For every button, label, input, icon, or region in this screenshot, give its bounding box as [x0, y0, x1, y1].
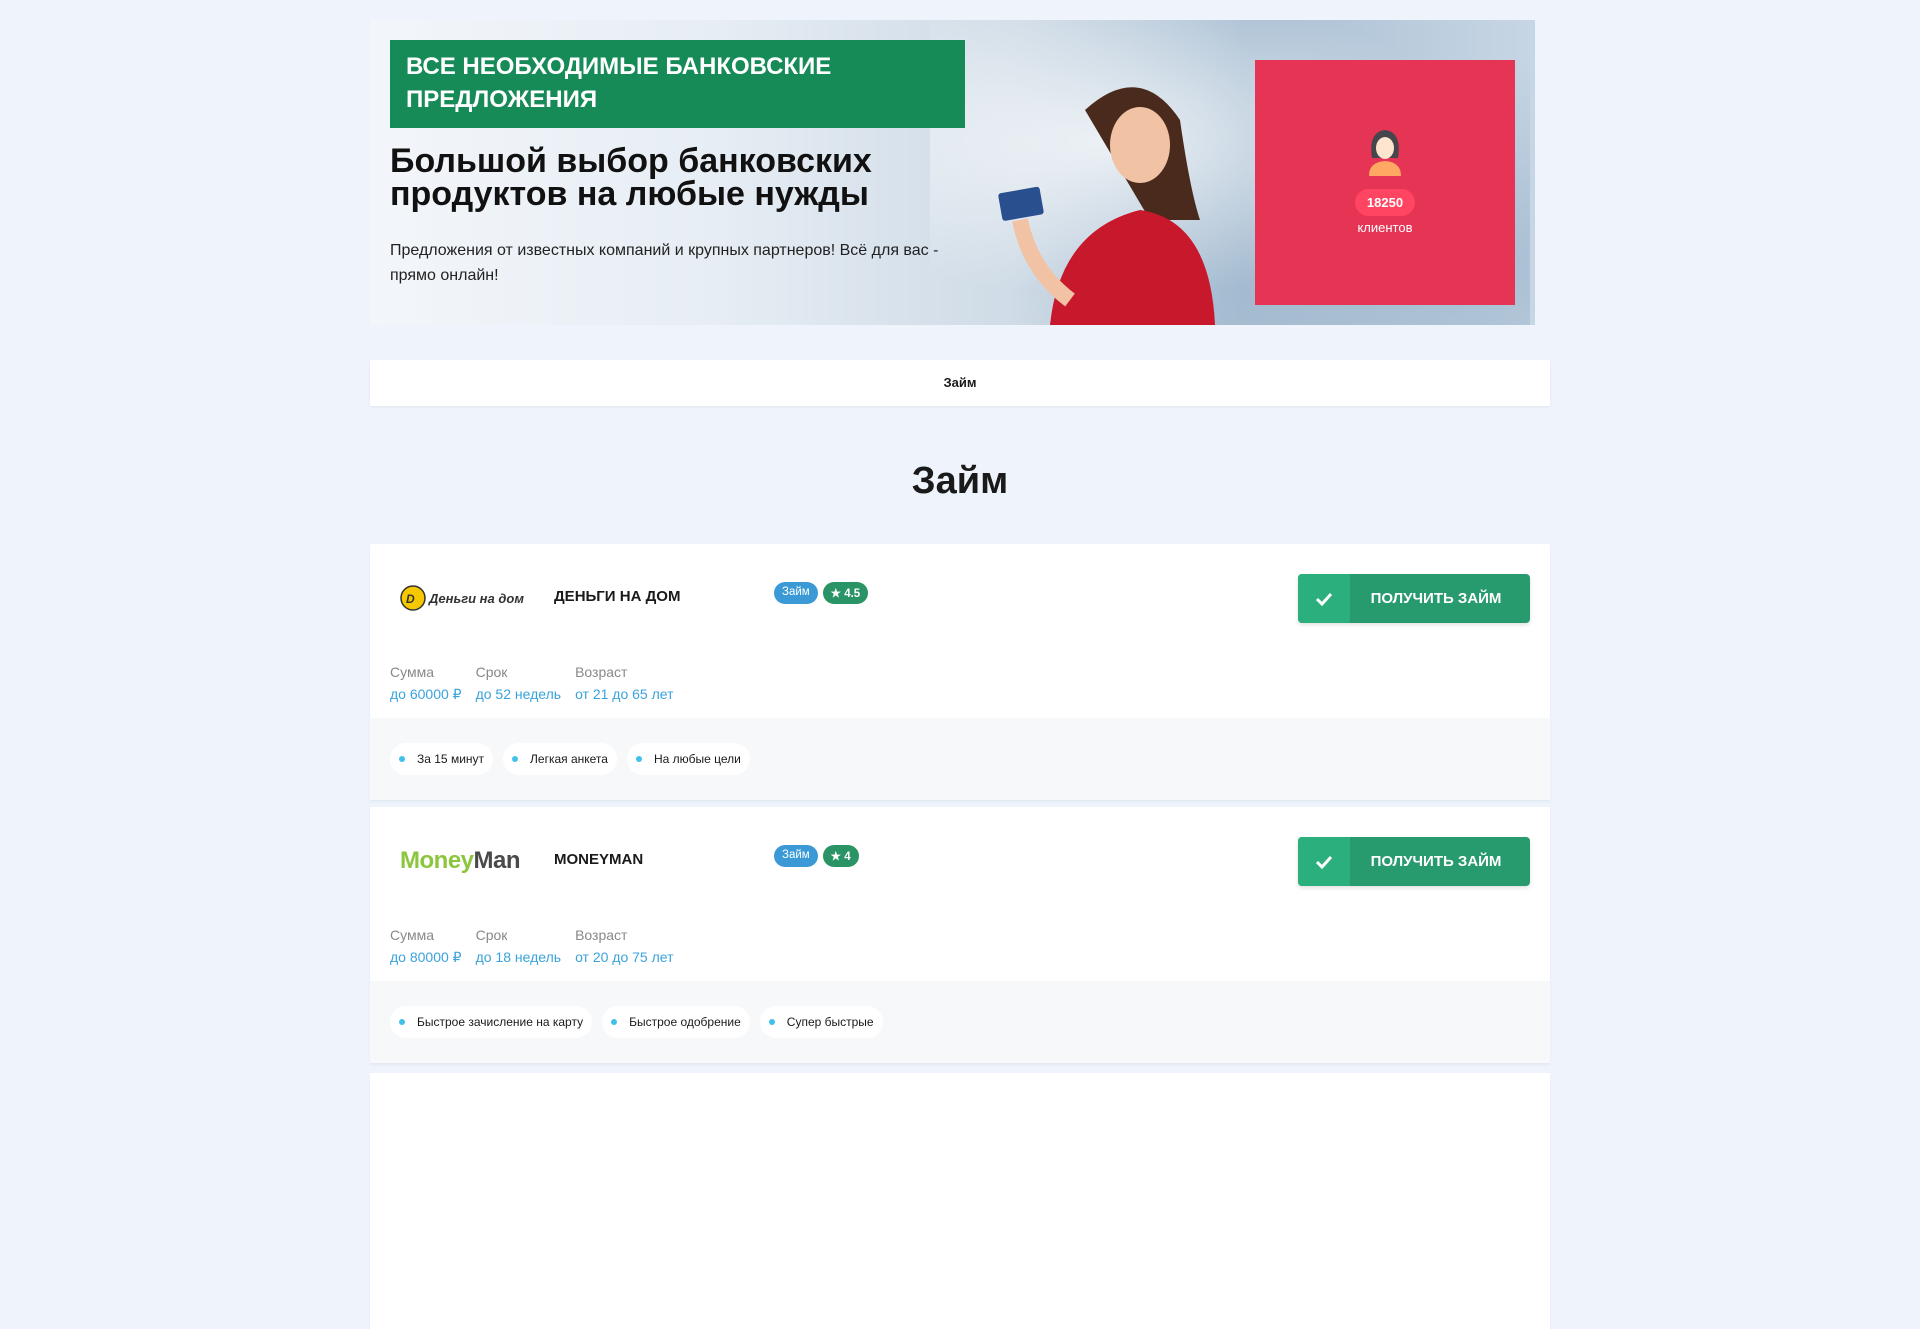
feature-chip: Легкая анкета: [503, 743, 617, 775]
param-label: Срок: [475, 664, 508, 680]
check-icon: [1298, 837, 1350, 886]
type-badge: Займ: [774, 845, 818, 867]
hero-banner: ВСЕ НЕОБХОДИМЫЕ БАНКОВСКИЕ ПРЕДЛОЖЕНИЯ Б…: [370, 20, 1535, 325]
tab-loan[interactable]: Займ: [944, 375, 977, 390]
get-loan-button[interactable]: ПОЛУЧИТЬ ЗАЙМ: [1298, 837, 1530, 886]
clients-label: клиентов: [1357, 220, 1413, 235]
clients-stat: 18250 клиентов: [1255, 60, 1515, 305]
features-strip: За 15 минут Легкая анкета На любые цели: [370, 718, 1550, 800]
banner-headline: Большой выбор банковских продуктов на лю…: [390, 142, 872, 213]
param-label: Сумма: [390, 927, 434, 943]
banner-tagline: ВСЕ НЕОБХОДИМЫЕ БАНКОВСКИЕ ПРЕДЛОЖЕНИЯ: [390, 40, 965, 128]
section-title: Займ: [911, 460, 1009, 502]
offer-card: MoneyMan MONEYMAN Займ ★ 4 ПОЛУЧИТЬ ЗАЙМ …: [370, 807, 1550, 1063]
get-loan-button[interactable]: ПОЛУЧИТЬ ЗАЙМ: [1298, 574, 1530, 623]
banner-subtext: Предложения от известных компаний и круп…: [390, 242, 939, 284]
param-value: от 21 до 65 лет: [575, 686, 674, 702]
star-icon: ★: [830, 588, 845, 600]
feature-chip: Быстрое одобрение: [602, 1006, 750, 1038]
company-logo: D Деньги на дом: [400, 582, 525, 614]
company-name: ДЕНЬГИ НА ДОМ: [554, 588, 681, 605]
rating-badge: ★ 4.5: [822, 582, 869, 604]
offer-params: Сумма до 80000 ₽ Срок до 18 недель Возраст…: [390, 927, 674, 966]
type-badge: Займ: [774, 582, 818, 604]
offer-card: [370, 1073, 1550, 1329]
company-logo: MoneyMan: [400, 847, 521, 874]
star-icon: ★: [830, 851, 845, 863]
client-avatar-icon: [1369, 130, 1401, 176]
param-value: от 20 до 75 лет: [575, 949, 674, 965]
param-label: Сумма: [390, 664, 434, 680]
param-value: до 80000 ₽: [390, 949, 462, 965]
woman-with-card-image: [998, 87, 1215, 325]
param-label: Срок: [475, 927, 508, 943]
param-label: Возраст: [575, 664, 628, 680]
rating-badge: ★ 4: [822, 845, 859, 867]
feature-chip: Супер быстрые: [759, 1006, 883, 1038]
dengi-logo-icon: D: [400, 585, 426, 611]
check-icon: [1298, 574, 1350, 623]
feature-chip: За 15 минут: [390, 743, 494, 775]
param-value: до 60000 ₽: [390, 686, 462, 702]
feature-chip: Быстрое зачисление на карту: [390, 1006, 593, 1038]
param-value: до 18 недель: [475, 949, 562, 965]
param-value: до 52 недель: [475, 686, 562, 702]
offer-params: Сумма до 60000 ₽ Срок до 52 недель Возраст…: [390, 664, 674, 703]
param-label: Возраст: [575, 927, 628, 943]
offer-card: D Деньги на дом ДЕНЬГИ НА ДОМ Займ ★ 4.5 …: [370, 544, 1550, 800]
feature-chip: На любые цели: [626, 743, 750, 775]
svg-text:D: D: [406, 592, 415, 606]
features-strip: Быстрое зачисление на карту Быстрое одоб…: [370, 981, 1550, 1063]
company-name: MONEYMAN: [554, 851, 644, 868]
category-tabs: Займ: [370, 360, 1550, 406]
clients-count: 18250: [1354, 189, 1416, 216]
